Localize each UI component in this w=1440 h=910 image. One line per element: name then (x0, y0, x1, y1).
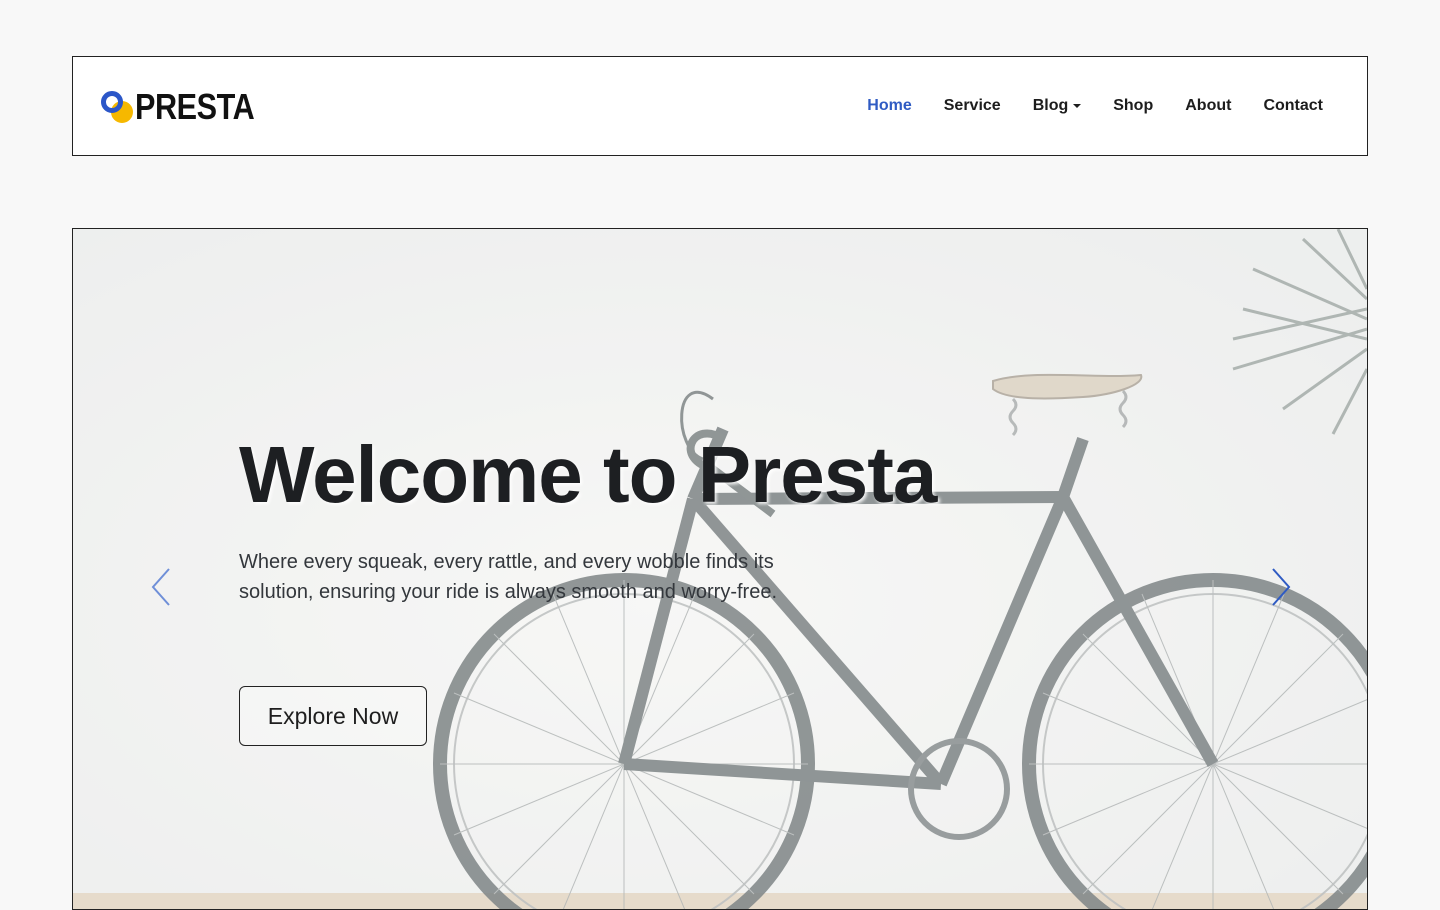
nav-item-contact[interactable]: Contact (1263, 95, 1323, 117)
nav-item-shop[interactable]: Shop (1113, 95, 1153, 117)
nav-item-service[interactable]: Service (944, 95, 1001, 117)
hero-title: Welcome to Presta (239, 430, 937, 519)
main-nav: Home Service Blog Shop About Contact (835, 95, 1323, 117)
explore-now-button[interactable]: Explore Now (239, 686, 427, 746)
nav-item-about[interactable]: About (1185, 95, 1231, 117)
logo-mark-icon (101, 90, 135, 124)
nav-item-blog-label: Blog (1032, 97, 1069, 114)
hero-subtitle: Where every squeak, every rattle, and ev… (239, 551, 778, 603)
caret-down-icon (1073, 104, 1082, 108)
chevron-left-icon[interactable] (149, 567, 173, 607)
site-header: PRESTA Home Service Blog Shop About Cont… (72, 56, 1368, 156)
nav-item-blog[interactable]: Blog (1033, 95, 1082, 117)
site-logo[interactable]: PRESTA (101, 86, 275, 127)
nav-item-home[interactable]: Home (867, 95, 911, 117)
chevron-right-icon[interactable] (1269, 567, 1293, 607)
logo-text: PRESTA (135, 86, 255, 127)
hero-carousel: Welcome to Presta Where every squeak, ev… (72, 228, 1368, 910)
